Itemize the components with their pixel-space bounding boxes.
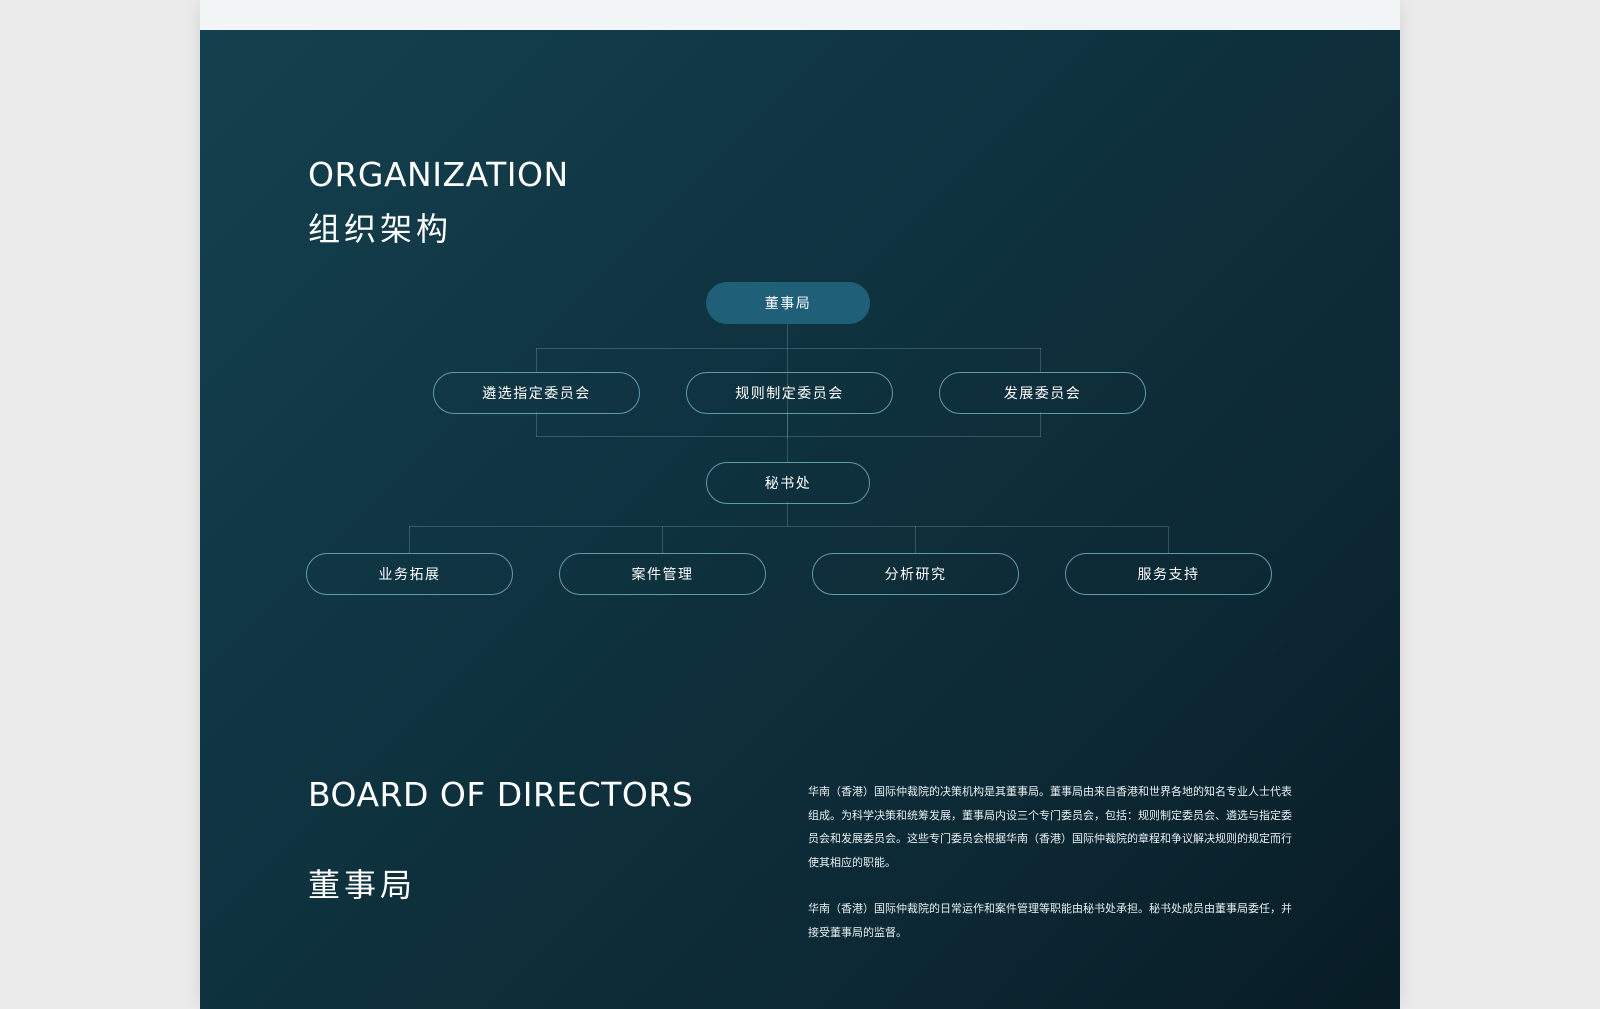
node-department-business[interactable]: 业务拓展 xyxy=(306,553,513,595)
node-committee-development[interactable]: 发展委员会 xyxy=(939,372,1146,414)
page: ORGANIZATION 组织架构 董事局 遴选指定委员会 规则制定委员会 发展… xyxy=(200,0,1400,1009)
top-bar xyxy=(200,0,1400,30)
board-description-2: 华南（香港）国际仲裁院的日常运作和案件管理等职能由秘书处承担。秘书处成员由董事局… xyxy=(808,902,1292,939)
node-department-research[interactable]: 分析研究 xyxy=(812,553,1019,595)
node-department-case[interactable]: 案件管理 xyxy=(559,553,766,595)
organization-panel: ORGANIZATION 组织架构 董事局 遴选指定委员会 规则制定委员会 发展… xyxy=(200,30,1400,1009)
board-title-zh: 董事局 xyxy=(308,866,417,904)
connector-department-1 xyxy=(409,526,410,553)
connector-committee-1-bottom xyxy=(536,412,537,437)
node-department-service[interactable]: 服务支持 xyxy=(1065,553,1272,595)
node-secretariat[interactable]: 秘书处 xyxy=(706,462,870,504)
connector-committee-1-top xyxy=(536,348,537,372)
connector-to-secretariat xyxy=(787,412,788,462)
board-title-en: BOARD OF DIRECTORS xyxy=(308,775,694,814)
node-committee-nomination[interactable]: 遴选指定委员会 xyxy=(433,372,640,414)
connector-department-4 xyxy=(1168,526,1169,553)
node-committee-rules[interactable]: 规则制定委员会 xyxy=(686,372,893,414)
connector-committee-3-bottom xyxy=(1040,412,1041,437)
connector-committee-3-top xyxy=(1040,348,1041,372)
connector-departments-top xyxy=(409,526,1168,527)
node-board-of-directors[interactable]: 董事局 xyxy=(706,282,870,324)
board-description-1: 华南（香港）国际仲裁院的决策机构是其董事局。董事局由来自香港和世界各地的知名专业… xyxy=(808,785,1292,869)
connector-department-3 xyxy=(915,526,916,553)
connector-committees-bottom xyxy=(536,436,1041,437)
connector-secretariat-down xyxy=(787,502,788,527)
connector-committees-top xyxy=(536,348,1041,349)
connector-department-2 xyxy=(662,526,663,553)
